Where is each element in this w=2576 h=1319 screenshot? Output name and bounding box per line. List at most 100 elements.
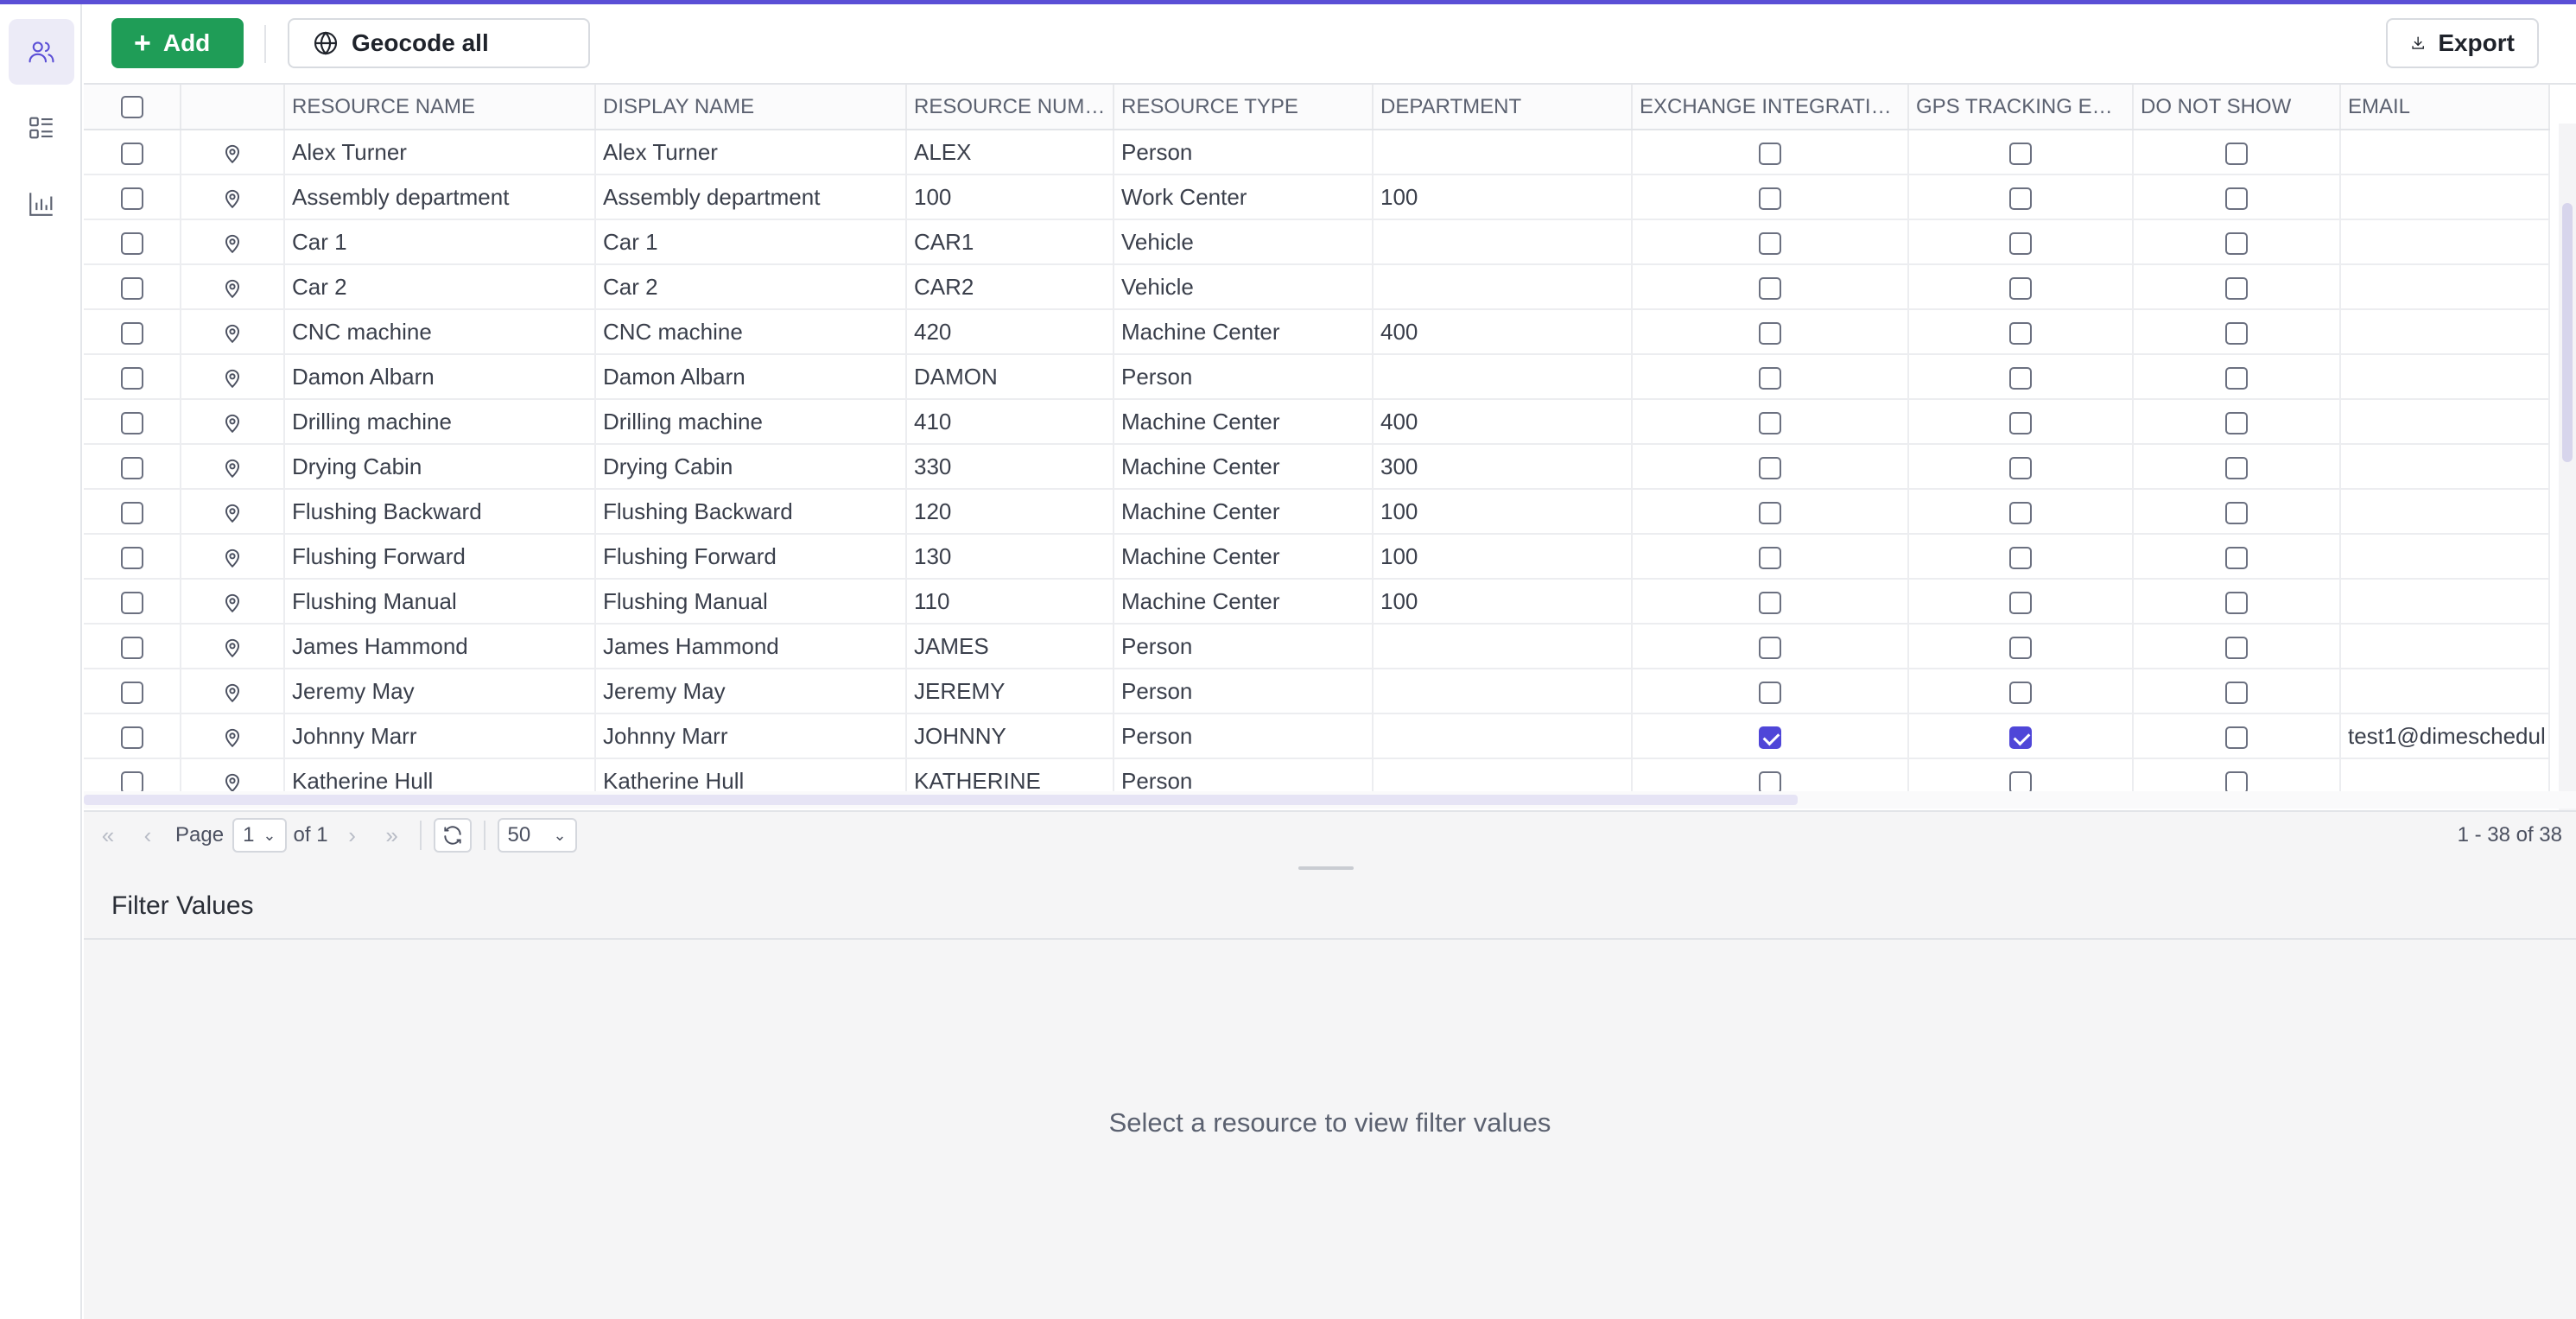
resource-type-cell[interactable]: Person xyxy=(1114,624,1374,669)
gps-tracking-checkbox[interactable] xyxy=(2009,187,2032,210)
resource-number-cell[interactable]: ALEX xyxy=(906,130,1114,175)
resource-name-cell[interactable]: Johnny Marr xyxy=(284,713,596,759)
email-cell[interactable] xyxy=(2340,399,2550,445)
resource-number-cell[interactable]: 100 xyxy=(906,174,1114,220)
gps-tracking-checkbox[interactable] xyxy=(2009,276,2032,300)
display-name-cell[interactable]: Drilling machine xyxy=(595,399,907,445)
resource-name-cell[interactable]: Assembly department xyxy=(284,174,596,220)
table-row[interactable]: Flushing Forward Flushing Forward 130 Machi… xyxy=(84,534,2550,580)
resource-number-cell[interactable]: 120 xyxy=(906,489,1114,535)
resource-name-cell[interactable]: Car 2 xyxy=(284,264,596,310)
resource-type-cell[interactable]: Machine Center xyxy=(1114,534,1374,580)
resource-type-cell[interactable]: Machine Center xyxy=(1114,579,1374,625)
email-cell[interactable] xyxy=(2340,624,2550,669)
row-select-checkbox[interactable] xyxy=(120,591,143,614)
resource-number-cell[interactable]: JEREMY xyxy=(906,669,1114,714)
exchange-integration-checkbox[interactable] xyxy=(1759,276,1781,300)
map-pin-icon[interactable] xyxy=(221,498,244,524)
map-pin-icon[interactable] xyxy=(221,633,244,659)
refresh-button[interactable] xyxy=(433,818,472,853)
table-row[interactable]: Car 2 Car 2 CAR2 Vehicle xyxy=(84,264,2550,310)
do-not-show-checkbox[interactable] xyxy=(2225,591,2248,614)
exchange-integration-checkbox[interactable] xyxy=(1759,681,1781,704)
exchange-integration-checkbox[interactable] xyxy=(1759,366,1781,390)
row-select-checkbox[interactable] xyxy=(120,681,143,704)
vertical-scrollbar[interactable] xyxy=(2559,124,2576,810)
display-name-cell[interactable]: James Hammond xyxy=(595,624,907,669)
exchange-integration-checkbox[interactable] xyxy=(1759,142,1781,165)
first-page-icon[interactable]: « xyxy=(92,820,124,851)
resource-number-cell[interactable]: CAR1 xyxy=(906,219,1114,265)
map-pin-icon[interactable] xyxy=(221,229,244,255)
row-select-checkbox[interactable] xyxy=(120,456,143,479)
resource-name-cell[interactable]: Flushing Backward xyxy=(284,489,596,535)
resource-number-cell[interactable]: DAMON xyxy=(906,354,1114,400)
map-pin-icon[interactable] xyxy=(221,723,244,749)
exchange-integration-checkbox[interactable] xyxy=(1759,321,1781,345)
resource-type-cell[interactable]: Machine Center xyxy=(1114,444,1374,490)
resource-number-cell[interactable]: 410 xyxy=(906,399,1114,445)
resource-number-cell[interactable]: 130 xyxy=(906,534,1114,580)
column-header-resource-name[interactable]: RESOURCE NAME xyxy=(284,85,596,130)
exchange-integration-checkbox[interactable] xyxy=(1759,770,1781,794)
do-not-show-checkbox[interactable] xyxy=(2225,142,2248,165)
resource-name-cell[interactable]: Damon Albarn xyxy=(284,354,596,400)
gps-tracking-checkbox[interactable] xyxy=(2009,456,2032,479)
column-header-resource-type[interactable]: RESOURCE TYPE xyxy=(1114,85,1374,130)
row-select-checkbox[interactable] xyxy=(120,546,143,569)
resource-name-cell[interactable]: Car 1 xyxy=(284,219,596,265)
display-name-cell[interactable]: Flushing Forward xyxy=(595,534,907,580)
exchange-integration-checkbox[interactable] xyxy=(1759,591,1781,614)
row-select-checkbox[interactable] xyxy=(120,636,143,659)
resource-name-cell[interactable]: Alex Turner xyxy=(284,130,596,175)
department-cell[interactable]: 100 xyxy=(1373,174,1633,220)
exchange-integration-checkbox[interactable] xyxy=(1759,456,1781,479)
department-cell[interactable] xyxy=(1373,713,1633,759)
column-header-display-name[interactable]: DISPLAY NAME xyxy=(595,85,907,130)
last-page-icon[interactable]: » xyxy=(377,820,408,851)
table-row[interactable]: Drilling machine Drilling machine 410 Machi… xyxy=(84,399,2550,445)
gps-tracking-checkbox[interactable] xyxy=(2009,546,2032,569)
exchange-integration-checkbox[interactable] xyxy=(1759,636,1781,659)
column-header-resource-number[interactable]: RESOURCE NUMB... xyxy=(906,85,1114,130)
map-pin-icon[interactable] xyxy=(221,543,244,569)
column-header-gps-tracking[interactable]: GPS TRACKING ENA... xyxy=(1908,85,2134,130)
column-header-exchange-integration[interactable]: EXCHANGE INTEGRATIO... xyxy=(1632,85,1909,130)
display-name-cell[interactable]: Flushing Backward xyxy=(595,489,907,535)
resource-type-cell[interactable]: Person xyxy=(1114,713,1374,759)
display-name-cell[interactable]: Drying Cabin xyxy=(595,444,907,490)
table-row[interactable]: Flushing Backward Flushing Backward 120 Mac… xyxy=(84,489,2550,535)
exchange-integration-checkbox[interactable] xyxy=(1759,546,1781,569)
column-header-department[interactable]: DEPARTMENT xyxy=(1373,85,1633,130)
table-row[interactable]: CNC machine CNC machine 420 Machine Center 4… xyxy=(84,309,2550,355)
column-header-do-not-show[interactable]: DO NOT SHOW xyxy=(2133,85,2341,130)
splitter-grip[interactable] xyxy=(1298,866,1354,870)
resource-type-cell[interactable]: Machine Center xyxy=(1114,399,1374,445)
select-all-checkbox[interactable] xyxy=(120,96,143,119)
table-row[interactable]: Johnny Marr Johnny Marr JOHNNY Person test1@… xyxy=(84,713,2550,759)
department-cell[interactable] xyxy=(1373,624,1633,669)
table-row[interactable]: Damon Albarn Damon Albarn DAMON Person xyxy=(84,354,2550,400)
resource-type-cell[interactable]: Vehicle xyxy=(1114,219,1374,265)
panel-splitter[interactable] xyxy=(84,859,2576,876)
department-cell[interactable] xyxy=(1373,130,1633,175)
exchange-integration-checkbox[interactable] xyxy=(1759,501,1781,524)
do-not-show-checkbox[interactable] xyxy=(2225,456,2248,479)
do-not-show-checkbox[interactable] xyxy=(2225,726,2248,749)
department-cell[interactable]: 100 xyxy=(1373,489,1633,535)
email-cell[interactable] xyxy=(2340,174,2550,220)
page-size-select[interactable]: 50 ⌄ xyxy=(497,818,577,853)
do-not-show-checkbox[interactable] xyxy=(2225,636,2248,659)
resource-type-cell[interactable]: Person xyxy=(1114,669,1374,714)
rail-chart-button[interactable] xyxy=(9,171,74,237)
display-name-cell[interactable]: Damon Albarn xyxy=(595,354,907,400)
department-cell[interactable]: 400 xyxy=(1373,309,1633,355)
resource-name-cell[interactable]: Drilling machine xyxy=(284,399,596,445)
resource-number-cell[interactable]: CAR2 xyxy=(906,264,1114,310)
do-not-show-checkbox[interactable] xyxy=(2225,187,2248,210)
gps-tracking-checkbox[interactable] xyxy=(2009,231,2032,255)
gps-tracking-checkbox[interactable] xyxy=(2009,770,2032,794)
department-cell[interactable] xyxy=(1373,669,1633,714)
resource-name-cell[interactable]: James Hammond xyxy=(284,624,596,669)
exchange-integration-checkbox[interactable] xyxy=(1759,187,1781,210)
